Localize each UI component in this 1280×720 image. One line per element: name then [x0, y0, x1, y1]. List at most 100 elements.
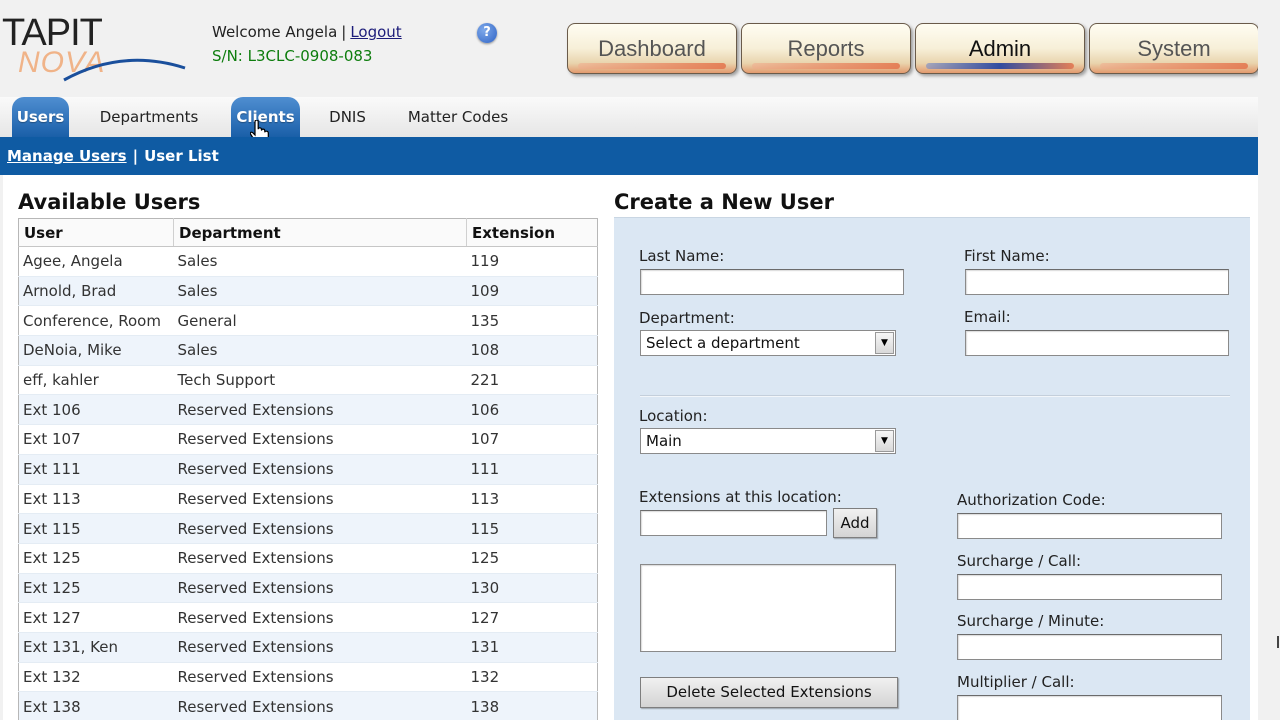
cell-user: Ext 127 — [18, 602, 174, 633]
cell-extension: 131 — [466, 631, 598, 663]
multiplier-call-label: Multiplier / Call: — [957, 673, 1075, 691]
nav-system-label: System — [1137, 36, 1211, 61]
cell-department: Sales — [173, 246, 467, 277]
email-label: Email: — [964, 308, 1011, 326]
cell-user: Conference, Room — [18, 305, 174, 336]
cell-department: Reserved Extensions — [173, 394, 467, 425]
table-row[interactable]: Agee, Angela Sales 119 — [18, 246, 598, 277]
welcome-message: Welcome Angela | Logout — [212, 23, 402, 41]
cell-extension: 138 — [466, 691, 598, 720]
nav-admin-button[interactable]: Admin — [915, 23, 1085, 74]
column-header-user[interactable]: User — [18, 218, 174, 247]
cell-department: Reserved Extensions — [173, 602, 467, 633]
table-row[interactable]: Ext 111 Reserved Extensions 111 — [18, 453, 598, 484]
table-row[interactable]: Ext 127 Reserved Extensions 127 — [18, 602, 598, 633]
create-user-title: Create a New User — [614, 190, 834, 214]
cell-extension: 135 — [466, 305, 598, 336]
cell-extension: 106 — [466, 394, 598, 425]
cell-user: Ext 113 — [18, 483, 174, 514]
table-row[interactable]: Ext 115 Reserved Extensions 115 — [18, 513, 598, 544]
table-row[interactable]: Ext 132 Reserved Extensions 132 — [18, 661, 598, 692]
table-row[interactable]: Ext 138 Reserved Extensions 138 — [18, 691, 598, 720]
table-row[interactable]: Ext 125 Reserved Extensions 125 — [18, 542, 598, 574]
cell-department: Reserved Extensions — [173, 483, 467, 514]
table-row[interactable]: Ext 125 Reserved Extensions 130 — [18, 572, 598, 603]
table-row[interactable]: Ext 131, Ken Reserved Extensions 131 — [18, 631, 598, 663]
users-table-body: Agee, Angela Sales 119 Arnold, Brad Sales 109… — [18, 246, 598, 720]
nav-system-button[interactable]: System — [1089, 23, 1259, 74]
location-select-value: Main — [646, 432, 682, 450]
surcharge-minute-label: Surcharge / Minute: — [957, 612, 1105, 630]
table-row[interactable]: Arnold, Brad Sales 109 — [18, 275, 598, 306]
nav-dashboard-button[interactable]: Dashboard — [567, 23, 737, 74]
last-name-label: Last Name: — [639, 247, 725, 265]
cell-extension: 130 — [466, 572, 598, 603]
breadcrumb: Manage Users | User List — [0, 137, 1258, 175]
extensions-label: Extensions at this location: — [639, 488, 842, 506]
first-name-label: First Name: — [964, 247, 1050, 265]
dropdown-arrow-icon: ▼ — [875, 332, 894, 354]
cell-extension: 221 — [466, 364, 598, 395]
cell-user: Arnold, Brad — [18, 275, 174, 306]
nav-reports-button[interactable]: Reports — [741, 23, 911, 74]
cell-department: Reserved Extensions — [173, 542, 467, 574]
email-field[interactable] — [965, 330, 1229, 356]
table-row[interactable]: DeNoia, Mike Sales 108 — [18, 335, 598, 366]
tab-matter-codes[interactable]: Matter Codes — [398, 97, 518, 137]
column-header-extension[interactable]: Extension — [466, 218, 598, 247]
tab-dnis[interactable]: DNIS — [320, 97, 375, 137]
dropdown-arrow-icon: ▼ — [875, 430, 894, 452]
department-label: Department: — [639, 309, 735, 327]
table-row[interactable]: eff, kahler Tech Support 221 — [18, 364, 598, 395]
table-row[interactable]: Ext 107 Reserved Extensions 107 — [18, 424, 598, 455]
column-header-department[interactable]: Department — [173, 218, 467, 247]
cell-user: Ext 132 — [18, 661, 174, 692]
delete-extensions-button[interactable]: Delete Selected Extensions — [640, 677, 898, 708]
welcome-text: Welcome Angela — [212, 23, 338, 41]
cell-user: Ext 131, Ken — [18, 631, 174, 663]
location-label: Location: — [639, 407, 708, 425]
last-name-field[interactable] — [640, 269, 904, 295]
authorization-code-field[interactable] — [957, 513, 1222, 539]
table-row[interactable]: Ext 113 Reserved Extensions 113 — [18, 483, 598, 514]
breadcrumb-current: User List — [144, 147, 219, 165]
cell-extension: 132 — [466, 661, 598, 692]
cell-user: Ext 115 — [18, 513, 174, 544]
manage-users-link[interactable]: Manage Users — [7, 147, 127, 165]
cell-user: Ext 125 — [18, 542, 174, 574]
cell-extension: 108 — [466, 335, 598, 366]
tab-departments[interactable]: Departments — [88, 97, 210, 137]
main-nav: Dashboard Reports Admin System — [567, 23, 1259, 74]
cell-user: Ext 138 — [18, 691, 174, 720]
tab-users[interactable]: Users — [12, 97, 69, 137]
extensions-listbox[interactable] — [640, 564, 896, 652]
cell-user: Ext 106 — [18, 394, 174, 425]
location-select[interactable]: Main ▼ — [640, 428, 896, 454]
form-divider — [640, 395, 1230, 397]
first-name-field[interactable] — [965, 269, 1229, 295]
cell-extension: 107 — [466, 424, 598, 455]
available-users-title: Available Users — [18, 190, 201, 214]
logout-link[interactable]: Logout — [350, 23, 401, 41]
table-row[interactable]: Conference, Room General 135 — [18, 305, 598, 336]
authorization-code-label: Authorization Code: — [957, 491, 1106, 509]
cell-user: Ext 111 — [18, 453, 174, 484]
page-scrollbar[interactable] — [1258, 0, 1280, 720]
serial-number: S/N: L3CLC-0908-083 — [212, 47, 373, 65]
cell-extension: 119 — [466, 246, 598, 277]
extension-field[interactable] — [640, 510, 827, 536]
add-extension-button[interactable]: Add — [833, 508, 877, 538]
surcharge-call-field[interactable] — [957, 574, 1222, 600]
cell-department: Reserved Extensions — [173, 661, 467, 692]
cell-extension: 113 — [466, 483, 598, 514]
department-select[interactable]: Select a department ▼ — [640, 330, 896, 356]
cell-department: Reserved Extensions — [173, 424, 467, 455]
cell-extension: 111 — [466, 453, 598, 484]
cell-department: Reserved Extensions — [173, 453, 467, 484]
multiplier-call-field[interactable] — [957, 695, 1222, 720]
cell-department: Reserved Extensions — [173, 513, 467, 544]
table-row[interactable]: Ext 106 Reserved Extensions 106 — [18, 394, 598, 425]
surcharge-minute-field[interactable] — [957, 634, 1222, 660]
help-icon[interactable]: ? — [477, 23, 497, 43]
cell-department: General — [173, 305, 467, 336]
